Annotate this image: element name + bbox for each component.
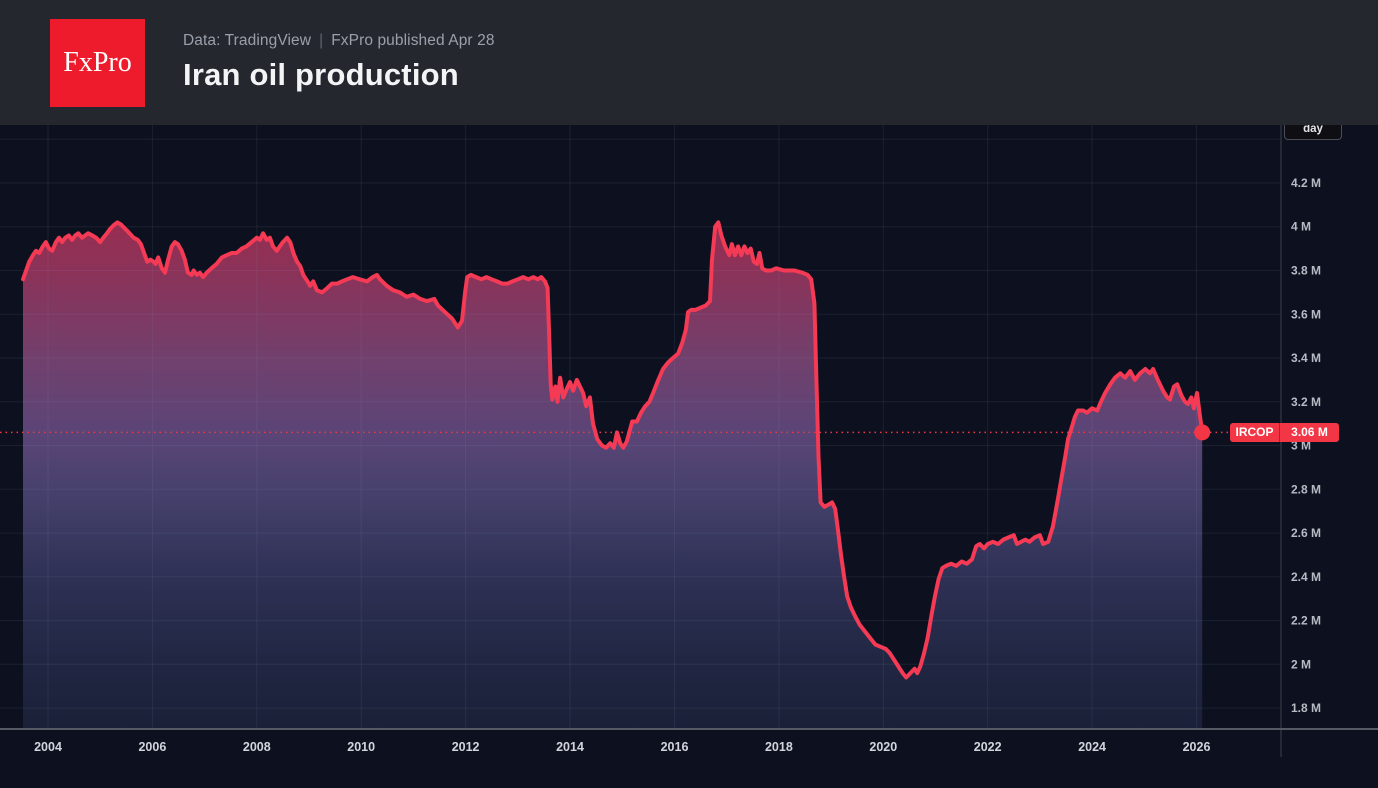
price-tag-symbol: IRCOP — [1230, 423, 1279, 442]
source-separator: | — [319, 32, 323, 49]
price-tag: IRCOP 3.06 M — [1230, 423, 1339, 442]
chart-pane[interactable] — [0, 125, 1280, 729]
data-source-label: Data: TradingView — [183, 32, 311, 49]
publish-info: FxPro published Apr 28 — [331, 32, 494, 49]
page-title: Iran oil production — [183, 57, 495, 93]
fxpro-logo-text: FxPro — [63, 47, 131, 79]
fxpro-logo: FxPro — [50, 19, 145, 107]
header: FxPro Data: TradingView | FxPro published … — [0, 0, 1378, 125]
header-meta: Data: TradingView | FxPro published Apr 28… — [183, 32, 495, 93]
price-tag-value: 3.06 M — [1279, 423, 1339, 442]
fxpro-chart-page: 4.2 M4 M3.8 M3.6 M3.4 M3.2 M3 M2.8 M2.6 … — [0, 0, 1378, 788]
data-source-line: Data: TradingView | FxPro published Apr 28 — [183, 32, 495, 50]
time-scale-axis[interactable] — [0, 730, 1378, 765]
